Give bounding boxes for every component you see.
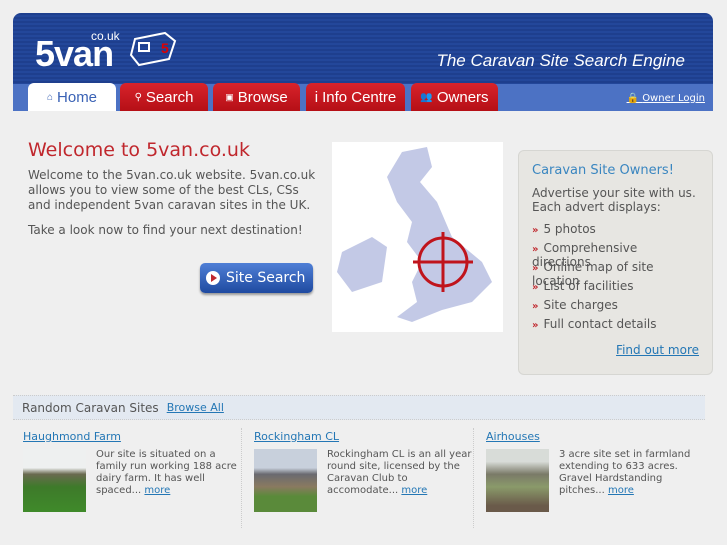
- site-search-button[interactable]: Site Search: [200, 263, 313, 293]
- item-text: 5 photos: [543, 222, 596, 236]
- list-item: » List of facilities: [532, 279, 699, 298]
- site-thumbnail[interactable]: [23, 449, 86, 512]
- item-text: Full contact details: [543, 317, 657, 331]
- svg-text:5: 5: [161, 40, 169, 56]
- more-link[interactable]: more: [608, 485, 634, 496]
- more-link[interactable]: more: [401, 485, 427, 496]
- tagline: The Caravan Site Search Engine: [436, 51, 685, 70]
- browse-all-link[interactable]: Browse All: [167, 401, 224, 414]
- welcome-cta: Take a look now to find your next destin…: [28, 223, 303, 237]
- welcome-title: Welcome to 5van.co.uk: [28, 139, 250, 161]
- tab-label: Home: [57, 88, 98, 106]
- site-description: Rockingham CL is an all year round site,…: [327, 449, 472, 496]
- tab-label: Browse: [237, 88, 288, 106]
- owners-panel: Caravan Site Owners! Advertise your site…: [518, 150, 713, 375]
- list-item: » Full contact details: [532, 317, 699, 336]
- search-icon: ⚲: [134, 91, 142, 103]
- tab-label: Owners: [436, 88, 489, 106]
- bullet-icon: »: [532, 320, 539, 331]
- find-out-more-link[interactable]: Find out more: [616, 343, 699, 357]
- list-item: » Site charges: [532, 298, 699, 317]
- site-name-link[interactable]: Haughmond Farm: [23, 431, 243, 443]
- owners-intro: Advertise your site with us. Each advert…: [532, 186, 696, 214]
- lock-icon: 🔒: [626, 93, 639, 104]
- divider: [473, 428, 474, 528]
- item-text: List of facilities: [543, 279, 634, 293]
- play-icon: [206, 271, 220, 285]
- more-link[interactable]: more: [144, 485, 170, 496]
- site-name-link[interactable]: Rockingham CL: [254, 431, 474, 443]
- bullet-icon: »: [532, 225, 539, 236]
- random-sites-bar: Random Caravan Sites Browse All: [13, 395, 705, 420]
- owners-feature-list: » 5 photos » Comprehensive directions » Onl…: [532, 222, 699, 336]
- info-icon: i: [314, 88, 319, 106]
- owners-title: Caravan Site Owners!: [532, 163, 674, 178]
- bullet-icon: »: [532, 301, 539, 312]
- list-item: » Comprehensive directions: [532, 241, 699, 269]
- item-text: Site charges: [543, 298, 618, 312]
- list-item: » Online map of site location: [532, 260, 699, 288]
- tab-label: Info Centre: [322, 88, 397, 106]
- site-name-link[interactable]: Airhouses: [486, 431, 706, 443]
- tab-browse[interactable]: ▣ Browse: [213, 83, 300, 111]
- site-card: Airhouses 3 acre site set in farmland ex…: [486, 431, 706, 512]
- logo[interactable]: 5van co.uk: [35, 29, 120, 75]
- uk-map-image: [337, 147, 492, 322]
- list-item: » 5 photos: [532, 222, 699, 241]
- tab-info-centre[interactable]: i Info Centre: [306, 83, 405, 111]
- uk-map: [332, 142, 503, 332]
- tab-home[interactable]: ⌂ Home: [28, 83, 116, 111]
- site-card: Rockingham CL Rockingham CL is an all ye…: [254, 431, 474, 512]
- browse-icon: ▣: [225, 91, 234, 102]
- header: 5van co.uk 5 The Caravan Site Search Engi…: [13, 13, 713, 111]
- welcome-text: Welcome to the 5van.co.uk website. 5van.…: [28, 168, 316, 212]
- welcome-section: Welcome to 5van.co.uk Welcome to the 5va…: [28, 139, 318, 238]
- owner-login-link[interactable]: 🔒 Owner Login: [627, 93, 705, 104]
- tab-search[interactable]: ⚲ Search: [120, 83, 208, 111]
- tab-owners[interactable]: 👥 Owners: [411, 83, 498, 111]
- owners-icon: 👥: [420, 91, 433, 103]
- site-card: Haughmond Farm Our site is situated on a…: [23, 431, 243, 512]
- divider: [241, 428, 242, 528]
- button-label: Site Search: [226, 270, 306, 286]
- bullet-icon: »: [532, 282, 539, 293]
- logo-suffix: co.uk: [91, 29, 120, 43]
- tab-label: Search: [145, 88, 194, 106]
- site-thumbnail[interactable]: [486, 449, 549, 512]
- bullet-icon: »: [532, 263, 539, 274]
- site-thumbnail[interactable]: [254, 449, 317, 512]
- caravan-logo-icon: 5: [129, 31, 177, 67]
- bullet-icon: »: [532, 244, 539, 255]
- random-sites-title: Random Caravan Sites: [22, 400, 159, 415]
- home-icon: ⌂: [46, 91, 54, 103]
- owner-login-label: Owner Login: [642, 93, 705, 104]
